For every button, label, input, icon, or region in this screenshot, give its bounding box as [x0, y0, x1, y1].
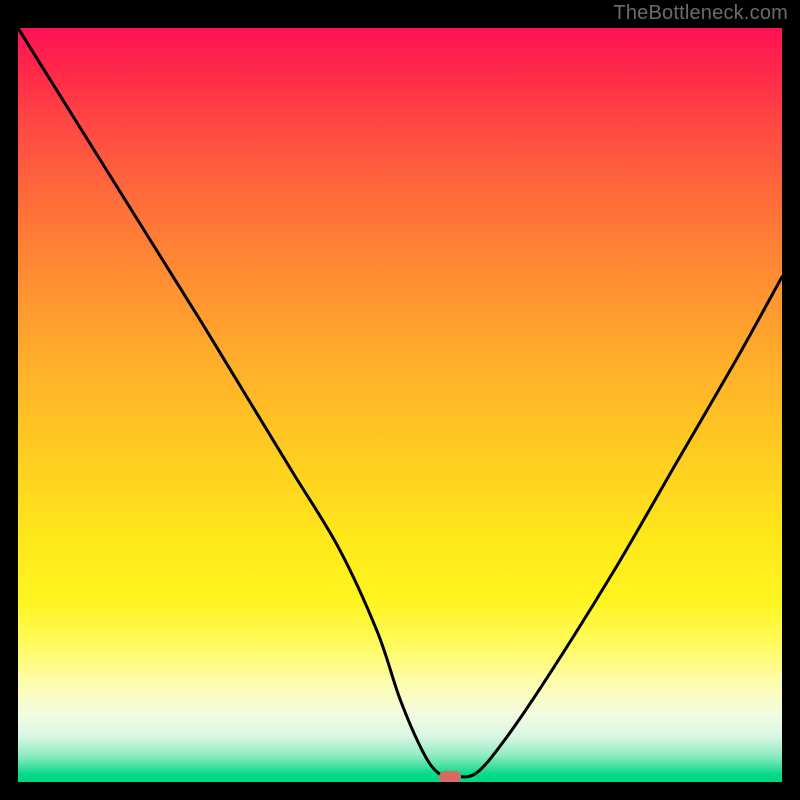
plot-area: [18, 28, 782, 782]
watermark-text: TheBottleneck.com: [613, 2, 788, 25]
bottleneck-curve: [18, 28, 782, 782]
optimum-marker: [439, 771, 461, 782]
chart-frame: TheBottleneck.com: [0, 0, 800, 800]
curve-path: [18, 28, 782, 777]
